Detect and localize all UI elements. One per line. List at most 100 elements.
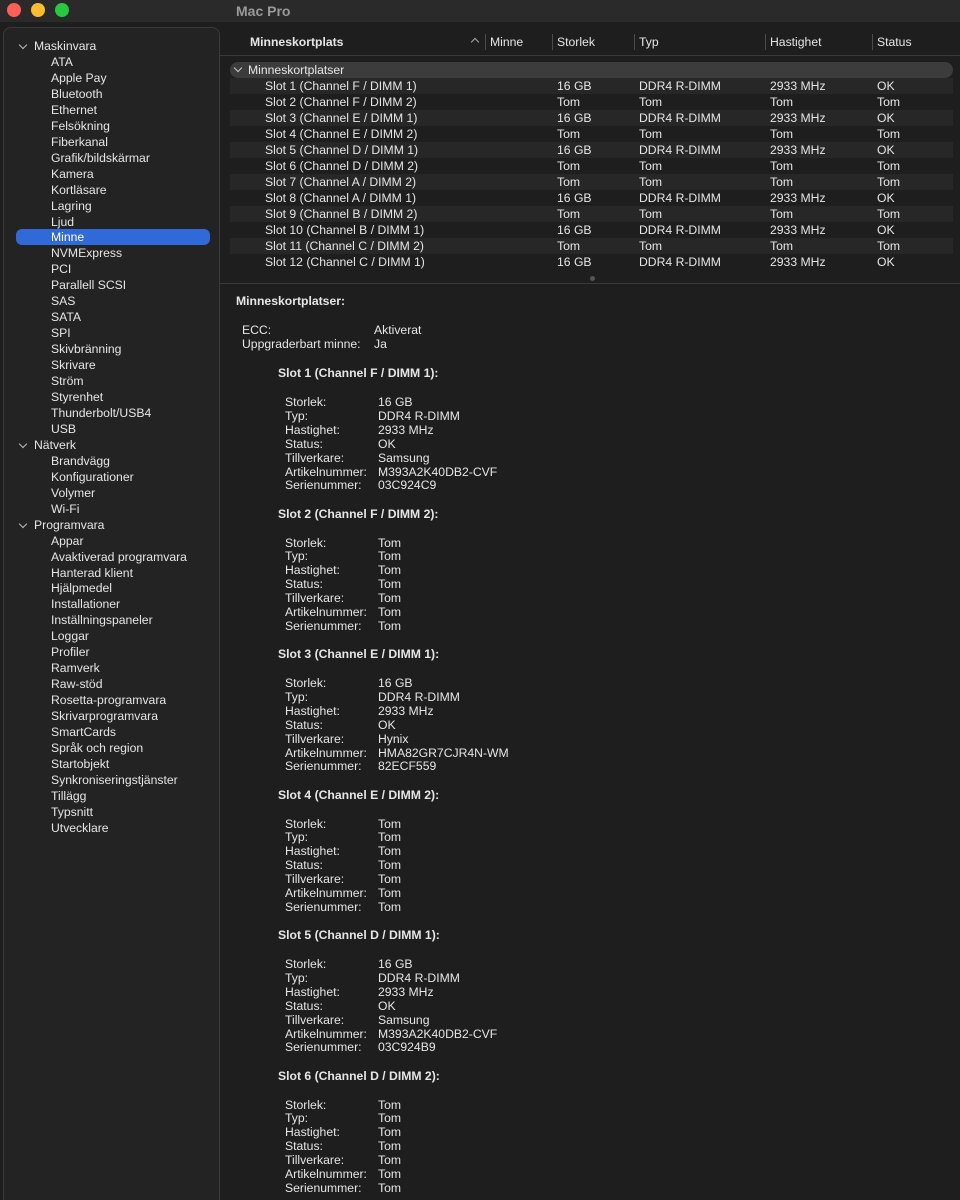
table-row[interactable]: Slot 9 (Channel B / DIMM 2) Tom Tom Tom Tom <box>230 206 953 222</box>
sidebar-item[interactable]: SPI <box>4 325 219 341</box>
sidebar-item[interactable]: SATA <box>4 309 219 325</box>
sidebar-item[interactable]: Avaktiverad programvara <box>4 549 219 565</box>
sidebar-item[interactable]: PCI <box>4 261 219 277</box>
sidebar-item[interactable]: ATA <box>4 54 219 70</box>
sidebar-item[interactable]: Wi-Fi <box>4 501 219 517</box>
close-button[interactable] <box>7 3 21 17</box>
column-header-slot[interactable]: Minneskortplats <box>250 35 343 49</box>
splitter-handle[interactable] <box>590 276 595 281</box>
slot-title: Slot 4 (Channel E / DIMM 2): <box>278 787 440 802</box>
column-divider[interactable] <box>872 34 873 50</box>
zoom-button[interactable] <box>55 3 69 17</box>
column-divider[interactable] <box>765 34 766 50</box>
cell-size: 16 GB <box>557 223 592 237</box>
sidebar-item[interactable]: Ljud <box>4 214 219 230</box>
sidebar-item[interactable]: Ramverk <box>4 660 219 676</box>
table-row[interactable]: Slot 10 (Channel B / DIMM 1) 16 GB DDR4 R-… <box>230 222 953 238</box>
sidebar-item[interactable]: Konfigurationer <box>4 469 219 485</box>
sidebar-item[interactable]: NVMExpress <box>4 245 219 261</box>
sidebar-item[interactable]: Rosetta-programvara <box>4 692 219 708</box>
table-row[interactable]: Slot 5 (Channel D / DIMM 1) 16 GB DDR4 R-D… <box>230 142 953 158</box>
sidebar-item[interactable]: Profiler <box>4 644 219 660</box>
table-row[interactable]: Slot 7 (Channel A / DIMM 2) Tom Tom Tom Tom <box>230 174 953 190</box>
field-label: Storlek: <box>285 957 327 971</box>
chevron-down-icon[interactable] <box>233 63 243 73</box>
sidebar-item[interactable]: Volymer <box>4 485 219 501</box>
table-row[interactable]: Slot 11 (Channel C / DIMM 2) Tom Tom Tom Tom <box>230 238 953 254</box>
cell-slot: Slot 1 (Channel F / DIMM 1) <box>265 79 417 93</box>
table-row[interactable]: Slot 3 (Channel E / DIMM 1) 16 GB DDR4 R-D… <box>230 110 953 126</box>
sidebar-item[interactable]: Loggar <box>4 628 219 644</box>
column-divider[interactable] <box>485 34 486 50</box>
column-divider[interactable] <box>552 34 553 50</box>
sidebar-group[interactable]: Maskinvara <box>4 38 219 54</box>
table-group-row[interactable]: Minneskortplatser <box>230 62 953 78</box>
field-value: DDR4 R-DIMM <box>378 689 460 704</box>
sidebar-item[interactable]: Installationer <box>4 596 219 612</box>
sidebar-item[interactable]: Kamera <box>4 166 219 182</box>
sidebar-item[interactable]: Grafik/bildskärmar <box>4 150 219 166</box>
minimize-button[interactable] <box>31 3 45 17</box>
field-label: Tillverkare: <box>285 1153 345 1168</box>
sidebar-group[interactable]: Programvara <box>4 517 219 533</box>
slot-title: Slot 3 (Channel E / DIMM 1): <box>278 647 440 661</box>
table-row[interactable]: Slot 2 (Channel F / DIMM 2) Tom Tom Tom Tom <box>230 94 953 110</box>
field-value: Tom <box>378 1097 402 1112</box>
field-value: M393A2K40DB2-CVF <box>378 464 498 479</box>
column-header-type[interactable]: Typ <box>639 35 659 49</box>
column-header-memory[interactable]: Minne <box>490 35 523 49</box>
sidebar-item[interactable]: Skrivarprogramvara <box>4 708 219 724</box>
sidebar-item[interactable]: USB <box>4 421 219 437</box>
sidebar-item[interactable]: Ström <box>4 373 219 389</box>
sidebar-item[interactable]: Skivbränning <box>4 341 219 357</box>
sidebar-item[interactable]: Språk och region <box>4 740 219 756</box>
table-row[interactable]: Slot 4 (Channel E / DIMM 2) Tom Tom Tom Tom <box>230 126 953 142</box>
sidebar-item[interactable]: Typsnitt <box>4 804 219 820</box>
column-divider[interactable] <box>634 34 635 50</box>
sidebar-item[interactable]: Kortläsare <box>4 182 219 198</box>
sidebar-item[interactable]: Skrivare <box>4 357 219 373</box>
field-label: Hastighet: <box>285 984 340 999</box>
sidebar-item[interactable]: Inställningspaneler <box>4 612 219 628</box>
sidebar-item[interactable]: SmartCards <box>4 724 219 740</box>
sidebar-item[interactable]: Brandvägg <box>4 453 219 469</box>
sidebar-item[interactable]: Ethernet <box>4 102 219 118</box>
cell-status: OK <box>877 143 895 157</box>
field-label: Typ: <box>285 689 309 704</box>
table-row[interactable]: Slot 12 (Channel C / DIMM 1) 16 GB DDR4 R-… <box>230 254 953 270</box>
column-header-size[interactable]: Storlek <box>557 35 595 49</box>
field-value: 2933 MHz <box>378 703 434 718</box>
field-value: Samsung <box>378 1012 430 1027</box>
field-value: Tom <box>378 1167 402 1181</box>
field-label: Storlek: <box>285 676 327 690</box>
sidebar-item[interactable]: Utvecklare <box>4 820 219 836</box>
field-label: Typ: <box>285 408 309 423</box>
sidebar-item[interactable]: Appar <box>4 533 219 549</box>
sidebar-item[interactable]: Tillägg <box>4 788 219 804</box>
cell-type: Tom <box>639 159 663 173</box>
sidebar-item[interactable]: Lagring <box>4 198 219 214</box>
cell-type: Tom <box>639 175 663 189</box>
cell-status: OK <box>877 255 895 269</box>
sidebar-item[interactable]: Startobjekt <box>4 756 219 772</box>
sidebar-item[interactable]: Synkroniseringstjänster <box>4 772 219 788</box>
sidebar-group[interactable]: Nätverk <box>4 437 219 453</box>
sidebar-item[interactable]: Hjälpmedel <box>4 580 219 596</box>
column-header-status[interactable]: Status <box>877 35 912 49</box>
sidebar-item[interactable]: Raw-stöd <box>4 676 219 692</box>
sidebar-item[interactable]: Apple Pay <box>4 70 219 86</box>
sidebar-item[interactable]: Styrenhet <box>4 389 219 405</box>
sidebar-item[interactable]: Hanterad klient <box>4 565 219 581</box>
sidebar-item[interactable]: Fiberkanal <box>4 134 219 150</box>
sidebar-item[interactable]: Thunderbolt/USB4 <box>4 405 219 421</box>
table-row[interactable]: Slot 1 (Channel F / DIMM 1) 16 GB DDR4 R-D… <box>230 78 953 94</box>
column-header-speed[interactable]: Hastighet <box>770 35 822 49</box>
field-value: Tom <box>378 1139 402 1154</box>
sidebar-item[interactable]: Felsökning <box>4 118 219 134</box>
table-row[interactable]: Slot 6 (Channel D / DIMM 2) Tom Tom Tom Tom <box>230 158 953 174</box>
sidebar-item[interactable]: SAS <box>4 293 219 309</box>
sidebar-item[interactable]: Minne <box>16 229 210 246</box>
sidebar-item[interactable]: Parallell SCSI <box>4 277 219 293</box>
sidebar-item[interactable]: Bluetooth <box>4 86 219 102</box>
table-row[interactable]: Slot 8 (Channel A / DIMM 1) 16 GB DDR4 R-D… <box>230 190 953 206</box>
